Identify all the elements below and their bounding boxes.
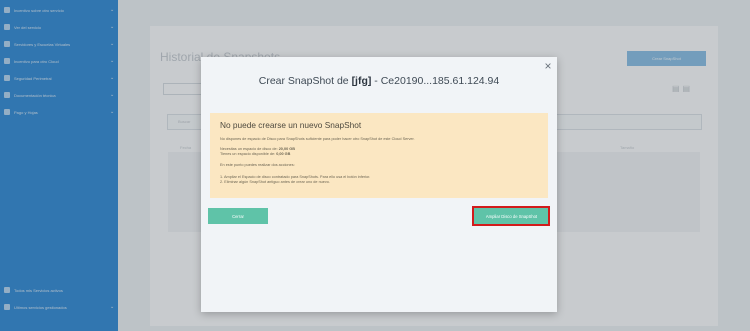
option-2: 2. Eliminar algún SnapShot antiguo antes…: [220, 180, 330, 184]
highlight-box: [472, 206, 550, 226]
available-label: Tienes un espacio disponible de:: [220, 152, 277, 156]
modal-title-suffix: - Ce20190...185.61.124.94: [371, 75, 500, 87]
close-icon[interactable]: ×: [541, 59, 555, 73]
create-snapshot-modal: × Crear SnapShot de [jfg] - Ce20190...18…: [201, 57, 557, 312]
needed-label: Necesitas un espacio de disco de:: [220, 147, 279, 151]
modal-title-prefix: Crear SnapShot de: [258, 75, 352, 87]
warning-box: No puede crearse un nuevo SnapShot No di…: [210, 113, 548, 198]
available-value: 0,00 GB: [276, 152, 291, 156]
modal-title-server: [jfg]: [351, 75, 372, 87]
options-intro: En este punto puedes realizar dos accion…: [220, 163, 295, 167]
needed-value: 20,00 GB: [278, 147, 295, 151]
available-space: Tienes un espacio disponible de: 0,00 GB: [220, 152, 290, 157]
warning-heading: No puede crearse un nuevo SnapShot: [220, 120, 362, 130]
modal-title: Crear SnapShot de [jfg] - Ce20190...185.…: [201, 75, 557, 87]
warning-text: No dispones de espacio de Disco para Sna…: [220, 137, 415, 141]
close-button[interactable]: Cerrar: [208, 208, 268, 224]
